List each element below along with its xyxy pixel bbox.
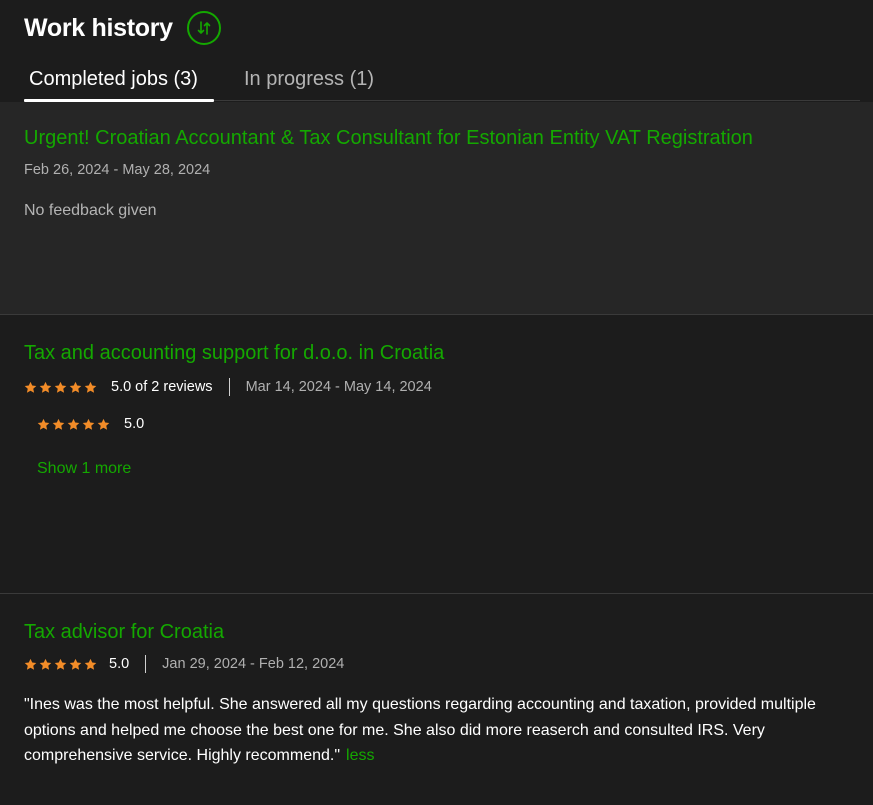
job-tabs: Completed jobs (3) In progress (1) [24,64,860,102]
sort-button[interactable] [186,11,221,45]
less-link[interactable]: less [346,747,374,764]
separator [228,378,230,396]
star-icon [69,658,82,670]
page-title: Work history [24,13,173,42]
star-icon [24,658,37,670]
star-icon [84,381,97,393]
separator [145,655,147,673]
star-rating [37,418,110,431]
star-icon [39,658,52,670]
star-icon [24,381,37,393]
work-history-page: Work history Completed jobs (3) In progr… [0,0,873,805]
star-icon [39,381,52,393]
star-rating [24,658,97,671]
no-feedback-text: No feedback given [24,202,157,219]
job-dates: Mar 14, 2024 - May 14, 2024 [245,379,432,395]
star-icon [52,418,65,430]
sort-arrows-icon [197,21,211,35]
job-dates: Jan 29, 2024 - Feb 12, 2024 [162,656,345,672]
review-rating-row: 5.0 [37,414,144,434]
job-rating-row: 5.0 Jan 29, 2024 - Feb 12, 2024 [24,654,344,674]
review-rating-value: 5.0 [124,416,145,432]
tab-in-progress[interactable]: In progress (1) [239,64,379,101]
star-icon [69,381,82,393]
star-icon [67,418,80,430]
star-icon [82,418,95,430]
review-text: "Ines was the most helpful. She answered… [24,692,854,769]
show-more-link[interactable]: Show 1 more [37,460,131,478]
tab-label: Completed jobs (3) [29,68,198,90]
star-icon [97,418,110,430]
star-icon [84,658,97,670]
rating-summary: 5.0 [109,656,130,672]
job-rating-row: 5.0 of 2 reviews Mar 14, 2024 - May 14, … [24,377,432,397]
review-quote: "Ines was the most helpful. She answered… [24,696,816,764]
star-icon [54,658,67,670]
job-card: Tax and accounting support for d.o.o. in… [0,315,873,593]
job-title-link[interactable]: Urgent! Croatian Accountant & Tax Consul… [24,127,753,150]
rating-summary: 5.0 of 2 reviews [111,379,213,395]
job-card: Tax advisor for Croatia 5.0 Jan 29, 2024… [0,594,873,805]
job-title-link[interactable]: Tax advisor for Croatia [24,621,224,644]
job-dates: Feb 26, 2024 - May 28, 2024 [24,162,211,178]
work-history-header: Work history [24,11,221,45]
job-title-link[interactable]: Tax and accounting support for d.o.o. in… [24,342,444,365]
star-icon [54,381,67,393]
tab-label: In progress (1) [244,68,375,90]
star-icon [37,418,50,430]
job-card: Urgent! Croatian Accountant & Tax Consul… [0,102,873,315]
star-rating [24,381,97,394]
tab-completed-jobs[interactable]: Completed jobs (3) [24,64,214,102]
